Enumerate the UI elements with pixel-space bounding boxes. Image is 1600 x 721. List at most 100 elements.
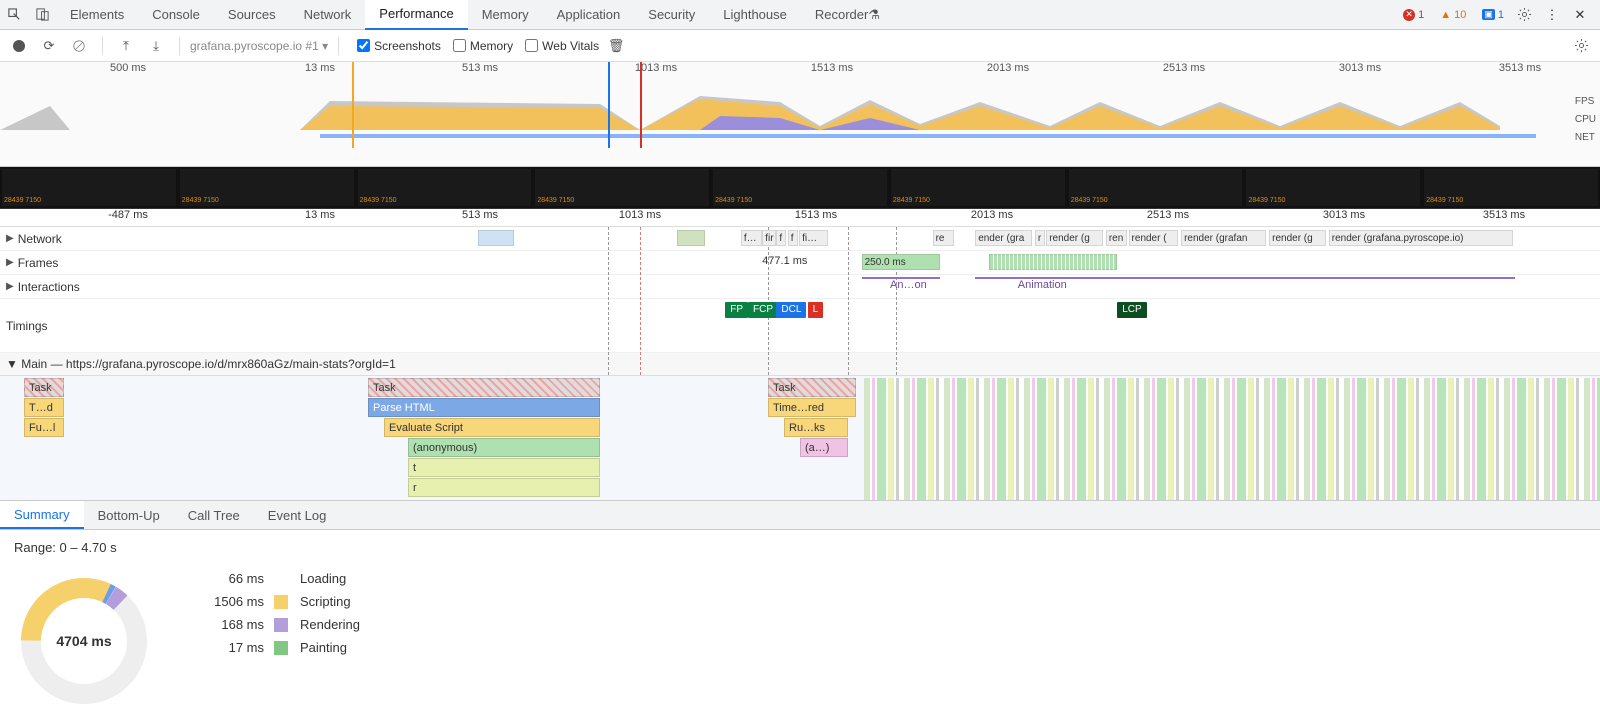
interaction-label: Animation <box>1018 279 1067 291</box>
overview-minimap[interactable]: 500 ms 13 ms 513 ms 1013 ms 1513 ms 2013… <box>0 62 1600 167</box>
inspect-icon[interactable] <box>0 1 28 29</box>
flame-block[interactable]: Ru…ks <box>784 418 848 437</box>
flame-task[interactable]: Task <box>368 378 600 397</box>
message-count-badge[interactable]: ▣1 <box>1476 8 1510 22</box>
screenshot-frame[interactable]: 28439 7150 <box>535 169 709 206</box>
screenshot-frame[interactable]: 28439 7150 <box>180 169 354 206</box>
ruler-tick: 3513 ms <box>1483 209 1525 221</box>
device-toggle-icon[interactable] <box>28 1 56 29</box>
tab-lighthouse[interactable]: Lighthouse <box>709 0 801 30</box>
network-block[interactable]: render (g <box>1269 230 1326 246</box>
network-block[interactable]: ren <box>1106 230 1127 246</box>
frame-block[interactable] <box>989 254 1117 270</box>
capture-settings-icon[interactable] <box>1568 33 1594 59</box>
flame-chart-area[interactable]: ▶Network f… fir f f fi… re ender (gra r … <box>0 227 1600 500</box>
flame-parse-html[interactable]: Parse HTML <box>368 398 600 417</box>
flame-block[interactable]: Fu…l <box>24 418 64 437</box>
close-icon[interactable]: ✕ <box>1566 1 1594 29</box>
ruler-tick: 2013 ms <box>971 209 1013 221</box>
flame-block[interactable]: Time…red <box>768 398 856 417</box>
ruler-tick: -487 ms <box>108 209 148 221</box>
network-block[interactable]: render (grafan <box>1181 230 1266 246</box>
settings-icon[interactable] <box>1510 1 1538 29</box>
flame-block[interactable]: T…d <box>24 398 64 417</box>
time-ruler[interactable]: -487 ms 13 ms 513 ms 1013 ms 1513 ms 201… <box>0 209 1600 227</box>
network-block[interactable]: f <box>788 230 798 246</box>
garbage-collect-icon[interactable]: 🗑 <box>603 33 629 59</box>
network-block[interactable]: ender (gra <box>975 230 1032 246</box>
timing-lcp[interactable]: LCP <box>1117 302 1146 318</box>
interaction-bar[interactable] <box>975 277 1515 279</box>
flame-block[interactable]: r <box>408 478 600 497</box>
network-block[interactable] <box>677 230 705 246</box>
warning-count-badge[interactable]: ▲10 <box>1434 8 1472 22</box>
legend-ms: 1506 ms <box>184 594 264 609</box>
network-block[interactable]: f… <box>741 230 762 246</box>
net-label: NET <box>1575 132 1596 150</box>
tab-sources[interactable]: Sources <box>214 0 290 30</box>
network-block[interactable]: re <box>933 230 954 246</box>
tab-memory[interactable]: Memory <box>468 0 543 30</box>
interaction-bar[interactable] <box>862 277 940 279</box>
main-flame-chart[interactable]: Task Task Task T…d Parse HTML Time…red F… <box>0 376 1600 500</box>
network-block[interactable] <box>478 230 514 246</box>
screenshot-frame[interactable]: 28439 7150 <box>713 169 887 206</box>
screenshot-frame[interactable]: 28439 7150 <box>1246 169 1420 206</box>
webvitals-checkbox[interactable]: Web Vitals <box>525 39 599 53</box>
network-block[interactable]: render (g <box>1046 230 1103 246</box>
flame-anonymous[interactable]: (anonymous) <box>408 438 600 457</box>
timing-fp[interactable]: FP <box>725 302 748 318</box>
track-interactions[interactable]: ▶Interactions <box>0 275 180 298</box>
flame-stripes[interactable] <box>864 378 1600 500</box>
screenshot-frame[interactable]: 28439 7150 <box>1069 169 1243 206</box>
minimap-tick: 513 ms <box>462 62 498 74</box>
timing-l[interactable]: L <box>808 302 824 318</box>
summary-donut: 4704 ms <box>14 571 154 711</box>
frame-block[interactable]: 250.0 ms <box>862 254 940 270</box>
flame-task[interactable]: Task <box>768 378 856 397</box>
main-thread-header[interactable]: ▼ Main — https://grafana.pyroscope.io/d/… <box>0 353 1600 376</box>
network-block[interactable]: fir <box>762 230 776 246</box>
tab-call-tree[interactable]: Call Tree <box>174 501 254 529</box>
timing-dcl[interactable]: DCL <box>776 302 806 318</box>
screenshot-frame[interactable]: 28439 7150 <box>358 169 532 206</box>
timing-fcp[interactable]: FCP <box>748 302 778 318</box>
screenshot-frame[interactable]: 28439 7150 <box>1424 169 1598 206</box>
screenshot-frame[interactable]: 28439 7150 <box>2 169 176 206</box>
tab-console[interactable]: Console <box>138 0 214 30</box>
tab-elements[interactable]: Elements <box>56 0 138 30</box>
tab-event-log[interactable]: Event Log <box>254 501 341 529</box>
load-profile-icon[interactable]: ⤒ <box>113 33 139 59</box>
network-block[interactable]: render ( <box>1129 230 1179 246</box>
tab-performance[interactable]: Performance <box>365 0 467 30</box>
tab-application[interactable]: Application <box>543 0 635 30</box>
tab-recorder[interactable]: Recorder ⚗ <box>801 0 894 30</box>
memory-checkbox[interactable]: Memory <box>453 39 513 53</box>
flame-evaluate-script[interactable]: Evaluate Script <box>384 418 600 437</box>
record-button[interactable] <box>6 33 32 59</box>
tab-bottom-up[interactable]: Bottom-Up <box>84 501 174 529</box>
screenshots-filmstrip[interactable]: 28439 7150 28439 7150 28439 7150 28439 7… <box>0 167 1600 209</box>
more-icon[interactable]: ⋮ <box>1538 1 1566 29</box>
ruler-tick: 13 ms <box>305 209 335 221</box>
network-block[interactable]: fi… <box>799 230 827 246</box>
error-count-badge[interactable]: ✕1 <box>1397 8 1430 22</box>
tab-security[interactable]: Security <box>634 0 709 30</box>
clear-button[interactable] <box>66 33 92 59</box>
screenshots-checkbox[interactable]: Screenshots <box>357 39 441 53</box>
tab-network[interactable]: Network <box>290 0 366 30</box>
flame-task[interactable]: Task <box>24 378 64 397</box>
network-block[interactable]: r <box>1035 230 1045 246</box>
reload-record-button[interactable]: ⟳ <box>36 33 62 59</box>
legend-label: Loading <box>300 571 360 586</box>
flame-block[interactable]: t <box>408 458 600 477</box>
save-profile-icon[interactable]: ⤓ <box>143 33 169 59</box>
flame-block[interactable]: (a…) <box>800 438 848 457</box>
network-block[interactable]: f <box>776 230 786 246</box>
network-block[interactable]: render (grafana.pyroscope.io) <box>1329 230 1514 246</box>
track-frames[interactable]: ▶Frames <box>0 251 180 274</box>
recording-selector[interactable]: grafana.pyroscope.io #1 ▾ <box>190 39 328 53</box>
tab-summary[interactable]: Summary <box>0 501 84 529</box>
screenshot-frame[interactable]: 28439 7150 <box>891 169 1065 206</box>
track-network[interactable]: ▶Network <box>0 227 180 250</box>
